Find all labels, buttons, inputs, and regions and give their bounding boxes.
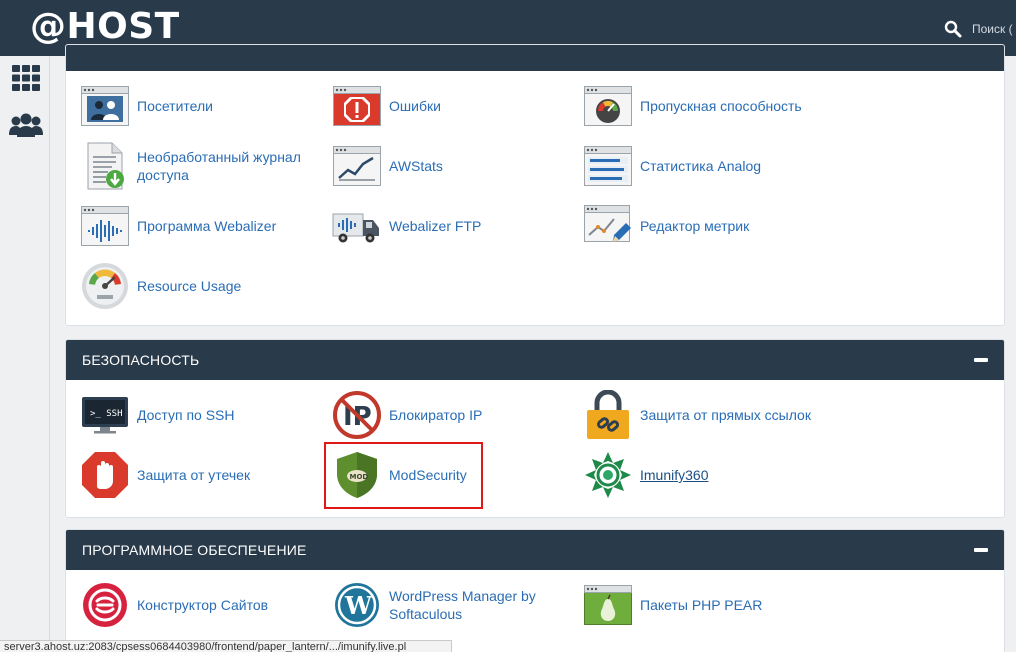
item-label: Редактор метрик xyxy=(640,218,750,234)
analog-stats-icon xyxy=(583,141,633,191)
panel-header xyxy=(66,45,1004,71)
item-label: Статистика Analog xyxy=(640,158,762,174)
item-site-builder[interactable]: Конструктор Сайтов xyxy=(80,580,317,630)
browser-status-bar: server3.ahost.uz:2083/cpsess0684403980/f… xyxy=(0,640,452,652)
item-webalizer-ftp[interactable]: Webalizer FTP xyxy=(332,201,569,251)
ssh-icon: >_ SSH xyxy=(80,390,130,440)
awstats-icon xyxy=(332,141,382,191)
raw-access-icon xyxy=(80,141,130,191)
item-analog-stats[interactable]: Статистика Analog xyxy=(583,141,820,191)
item-label: Пропускная способность xyxy=(640,98,802,114)
webalizer-icon xyxy=(80,201,130,251)
collapse-icon[interactable] xyxy=(974,548,988,552)
item-raw-access[interactable]: Необработанный журнал доступа xyxy=(80,141,317,191)
item-metrics-editor[interactable]: Редактор метрик xyxy=(583,201,820,251)
item-label: Webalizer FTP xyxy=(389,218,482,234)
item-label: Защита от утечек xyxy=(137,467,251,483)
panel-header[interactable]: ПРОГРАММНОЕ ОБЕСПЕЧЕНИЕ xyxy=(66,530,1004,570)
sidebar-item-users[interactable] xyxy=(8,110,44,142)
svg-text:>_ SSH: >_ SSH xyxy=(90,409,123,419)
collapse-icon[interactable] xyxy=(974,358,988,362)
users-icon xyxy=(9,113,43,137)
modsecurity-highlight-box xyxy=(324,442,483,509)
item-resource-usage[interactable]: Resource Usage xyxy=(80,261,317,311)
sidebar-item-grid[interactable] xyxy=(8,62,44,94)
imunify-icon xyxy=(583,450,633,500)
leech-hand-icon xyxy=(80,450,130,500)
sidebar xyxy=(0,56,50,652)
panel-security: БЕЗОПАСНОСТЬ >_ SSH Доступ по SSH IP Бло… xyxy=(65,339,1005,518)
errors-icon xyxy=(332,81,382,131)
item-bandwidth[interactable]: Пропускная способность xyxy=(583,81,820,131)
hotlink-lock-icon xyxy=(583,390,633,440)
item-imunify360[interactable]: Imunify360 xyxy=(583,450,820,500)
item-label: WordPress Manager by Softaculous xyxy=(389,588,536,622)
panel-metrics: Посетители Ошибки Пропускная способность… xyxy=(65,44,1005,326)
item-php-pear[interactable]: Пакеты PHP PEAR xyxy=(583,580,820,630)
item-awstats[interactable]: AWStats xyxy=(332,141,569,191)
item-hotlink[interactable]: Защита от прямых ссылок xyxy=(583,390,820,440)
item-label: Необработанный журнал доступа xyxy=(137,149,301,183)
panel-software: ПРОГРАММНОЕ ОБЕСПЕЧЕНИЕ Конструктор Сайт… xyxy=(65,529,1005,652)
status-url: server3.ahost.uz:2083/cpsess0684403980/f… xyxy=(4,641,407,652)
item-leech[interactable]: Защита от утечек xyxy=(80,450,317,500)
item-label: Доступ по SSH xyxy=(137,407,235,423)
grid-icon xyxy=(12,65,40,91)
item-ip-blocker[interactable]: IP Блокиратор IP xyxy=(332,390,569,440)
item-label: Защита от прямых ссылок xyxy=(640,407,811,423)
item-label: Посетители xyxy=(137,98,213,114)
item-wordpress-manager[interactable]: W WordPress Manager by Softaculous xyxy=(332,580,569,630)
item-label: Программа Webalizer xyxy=(137,218,277,234)
panel-title: ПРОГРАММНОЕ ОБЕСПЕЧЕНИЕ xyxy=(82,542,307,558)
visitors-icon xyxy=(80,81,130,131)
logo[interactable]: @HOST xyxy=(30,6,180,47)
svg-text:W: W xyxy=(344,591,373,620)
item-webalizer[interactable]: Программа Webalizer xyxy=(80,201,317,251)
item-errors[interactable]: Ошибки xyxy=(332,81,569,131)
item-label: Пакеты PHP PEAR xyxy=(640,597,763,613)
site-builder-icon xyxy=(80,580,130,630)
panel-title: БЕЗОПАСНОСТЬ xyxy=(82,352,200,368)
ip-blocker-icon: IP xyxy=(332,390,382,440)
resource-usage-icon xyxy=(80,261,130,311)
wordpress-icon: W xyxy=(332,580,382,630)
php-pear-icon xyxy=(583,580,633,630)
search-input[interactable]: Поиск ( xyxy=(972,22,1013,36)
item-ssh[interactable]: >_ SSH Доступ по SSH xyxy=(80,390,317,440)
search-icon[interactable] xyxy=(944,20,962,38)
panel-header[interactable]: БЕЗОПАСНОСТЬ xyxy=(66,340,1004,380)
item-label: Блокиратор IP xyxy=(389,407,483,423)
item-label: Конструктор Сайтов xyxy=(137,597,269,613)
item-visitors[interactable]: Посетители xyxy=(80,81,317,131)
bandwidth-icon xyxy=(583,81,633,131)
item-label: Resource Usage xyxy=(137,278,242,294)
item-label: AWStats xyxy=(389,158,443,174)
search-box[interactable]: Поиск ( xyxy=(944,20,1016,40)
webalizer-ftp-icon xyxy=(332,201,382,251)
item-label: Ошибки xyxy=(389,98,441,114)
item-label: Imunify360 xyxy=(640,467,709,483)
metrics-editor-icon xyxy=(583,201,633,251)
